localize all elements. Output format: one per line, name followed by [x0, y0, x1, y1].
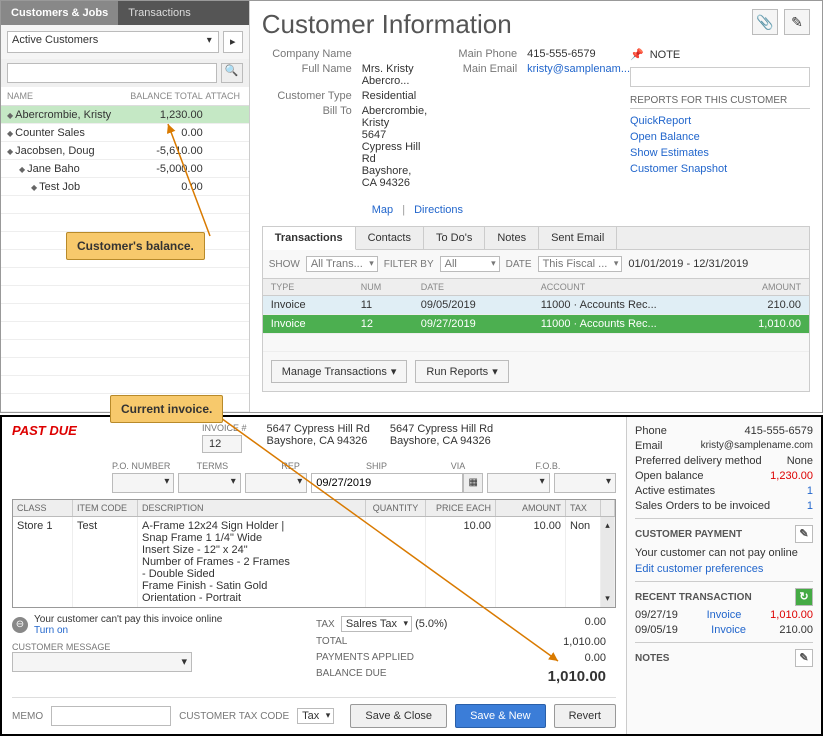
directions-link[interactable]: Directions [414, 204, 463, 216]
subtab-todos[interactable]: To Do's [424, 227, 485, 249]
edit-payment-button[interactable]: ✎ [795, 525, 813, 543]
line-item-row[interactable]: Store 1 Test A-Frame 12x24 Sign Holder |… [13, 517, 615, 607]
edit-notes-button[interactable]: ✎ [795, 649, 813, 667]
report-link[interactable]: Open Balance [630, 131, 810, 143]
tab-transactions-sidebar[interactable]: Transactions [118, 1, 201, 25]
manage-transactions-button[interactable]: Manage Transactions ▾ [271, 360, 408, 383]
customer-tax-code-select[interactable]: Tax [297, 708, 334, 724]
show-filter-select[interactable]: All Trans... [306, 256, 378, 272]
run-reports-button[interactable]: Run Reports ▾ [415, 360, 508, 383]
transaction-row[interactable]: Invoice1109/05/201911000 · Accounts Rec.… [263, 296, 809, 315]
customer-row[interactable]: ◆Counter Sales0.00 [1, 124, 249, 142]
search-icon: 🔍 [225, 65, 239, 77]
pay-online-icon: ⊖ [12, 617, 28, 633]
customer-row[interactable]: ◆Jane Baho-5,000.00 [1, 160, 249, 178]
edit-button[interactable]: ✎ [784, 9, 810, 35]
customer-info-panel: Customer Information 📎 ✎ Company Name Fu… [250, 1, 822, 412]
line-items-header: CLASS ITEM CODE DESCRIPTION QUANTITY PRI… [13, 500, 615, 517]
callout-balance: Customer's balance. [66, 232, 205, 260]
save-close-button[interactable]: Save & Close [350, 704, 447, 728]
subtab-sentemail[interactable]: Sent Email [539, 227, 617, 249]
report-link[interactable]: QuickReport [630, 115, 810, 127]
pencil-icon: ✎ [791, 14, 803, 30]
edit-customer-prefs-link[interactable]: Edit customer preferences [635, 563, 813, 575]
save-new-button[interactable]: Save & New [455, 704, 546, 728]
ship-date-field[interactable] [311, 473, 463, 493]
paperclip-icon: 📎 [756, 14, 773, 30]
customer-row[interactable]: ◆Test Job0.00 [1, 178, 249, 196]
recent-transaction-row[interactable]: 09/27/19Invoice1,010.00 [635, 609, 813, 621]
customer-row[interactable]: ◆Abercrombie, Kristy1,230.00 [1, 106, 249, 124]
sales-orders-link[interactable]: 1 [807, 500, 813, 512]
via-select[interactable] [487, 473, 549, 493]
customer-table-header: NAME BALANCE TOTAL ATTACH [1, 87, 249, 106]
revert-button[interactable]: Revert [554, 704, 616, 728]
page-title: Customer Information [262, 9, 512, 40]
invoice-summary-sidebar: Phone415-555-6579 Emailkristy@samplename… [626, 417, 821, 734]
recent-refresh-button[interactable]: ↻ [795, 588, 813, 606]
report-link[interactable]: Show Estimates [630, 147, 810, 159]
date-range-display: 01/01/2019 - 12/31/2019 [628, 258, 748, 270]
active-estimates-link[interactable]: 1 [807, 485, 813, 497]
fob-field[interactable] [554, 473, 616, 493]
subtab-notes[interactable]: Notes [485, 227, 539, 249]
pin-icon: 📌 [630, 48, 644, 61]
map-link[interactable]: Map [372, 204, 393, 216]
main-email-link[interactable]: kristy@samplenam... [527, 63, 630, 75]
terms-select[interactable] [178, 473, 240, 493]
balance-due-value: 1,010.00 [548, 668, 606, 685]
note-input[interactable] [630, 67, 810, 87]
recent-transaction-row[interactable]: 09/05/19Invoice210.00 [635, 624, 813, 636]
tax-item-select[interactable]: Salres Tax [341, 616, 412, 632]
callout-invoice: Current invoice. [110, 395, 223, 423]
pay-online-text: Your customer can't pay this invoice onl… [34, 614, 222, 625]
report-link[interactable]: Customer Snapshot [630, 163, 810, 175]
customer-message-select[interactable] [12, 652, 192, 672]
customer-search-input[interactable] [7, 63, 217, 83]
turn-on-link[interactable]: Turn on [34, 625, 222, 636]
sidebar-expand-arrow[interactable]: ▸ [223, 31, 243, 53]
subtab-transactions[interactable]: Transactions [263, 227, 356, 250]
transactions-table-header: TYPE NUM DATE ACCOUNT AMOUNT [263, 279, 809, 296]
filter-by-select[interactable]: All [440, 256, 500, 272]
customers-sidebar: Customers & Jobs Transactions Active Cus… [1, 1, 250, 412]
subtab-contacts[interactable]: Contacts [356, 227, 424, 249]
attach-button[interactable]: 📎 [752, 9, 778, 35]
transaction-row[interactable]: Invoice1209/27/201911000 · Accounts Rec.… [263, 315, 809, 334]
customer-search-button[interactable]: 🔍 [221, 63, 243, 83]
customer-row[interactable]: ◆Jacobsen, Doug-5,610.00 [1, 142, 249, 160]
po-number-field[interactable] [112, 473, 174, 493]
tab-customers-jobs[interactable]: Customers & Jobs [1, 1, 118, 25]
date-filter-select[interactable]: This Fiscal ... [538, 256, 623, 272]
calendar-icon[interactable]: ▦ [463, 473, 483, 493]
customer-filter-select[interactable]: Active Customers [7, 31, 219, 53]
line-scrollbar[interactable]: ▴▾ [601, 517, 615, 607]
invoice-number-field[interactable]: 12 [202, 435, 242, 453]
reports-header: REPORTS FOR THIS CUSTOMER [630, 95, 810, 109]
past-due-stamp: PAST DUE [12, 423, 77, 438]
rep-select[interactable] [245, 473, 307, 493]
memo-input[interactable] [51, 706, 171, 726]
note-label: NOTE [650, 49, 681, 61]
